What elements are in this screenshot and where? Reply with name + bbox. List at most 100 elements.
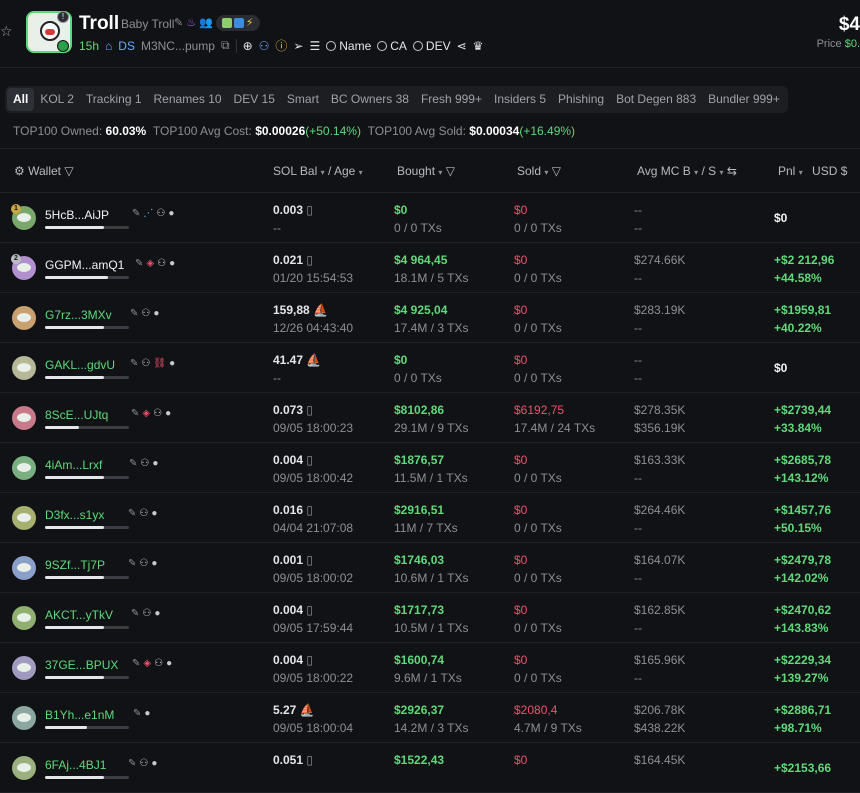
warning-icon[interactable]: ⓘ [275,37,287,54]
sold-column-header[interactable]: Sold ▾ ▽ [517,164,561,178]
edit-icon[interactable]: ✎ [132,658,140,669]
bought-amount: $2926,37 [394,703,445,717]
token-address[interactable]: M3NC...pump [141,39,215,53]
edit-icon[interactable]: ✎ [128,758,136,769]
telegram-icon[interactable]: ➢ [293,39,303,53]
user-icon[interactable]: ⚇ [259,39,270,53]
wallet-address[interactable]: B1Yh...e1nM [45,708,114,722]
tab-5[interactable]: Smart [281,88,325,111]
edit-icon[interactable]: ✎ [128,508,136,519]
wallet-address[interactable]: 5HcB...AiJP [45,208,109,222]
avg-mc-buy: $163.33K [634,453,686,467]
table-row[interactable]: GAKL...gdvU ✎ ⚇ ⛓ ● 41.47 ⛵ -- $0 0 / 0 TXs $0 0 /… [0,343,860,393]
sol-icon: ▯ [306,653,313,667]
wallet-address[interactable]: 37GE...BPUX [45,658,118,672]
tab-10[interactable]: Bot Degen 883 [610,88,702,111]
edit-icon[interactable]: ✎ [128,558,136,569]
bought-txs: 11.5M / 1 TXs [394,471,468,485]
tab-11[interactable]: Bundler 999+ [702,88,786,111]
edit-icon[interactable]: ✎ [135,258,143,269]
star-icon[interactable]: ☆ [0,24,14,38]
sol-balance: 159,88 ⛵ [273,303,328,317]
pnl-column-header[interactable]: Pnl ▾ USD $ [778,164,847,178]
table-row[interactable]: 9SZf...Tj7P ✎ ⚇ ● 0.001 ▯ 09/05 18:00:02 $1746… [0,543,860,593]
tag-blue-icon [233,18,244,28]
bought-column-header[interactable]: Bought ▾ ▽ [397,164,455,178]
avatar[interactable] [12,556,36,580]
table-row[interactable]: 37GE...BPUX ✎ ◈ ⚇ ● 0.004 ▯ 09/05 18:00:22 $160… [0,643,860,693]
search-ca-button[interactable]: CA [377,39,407,53]
sold-txs: 0 / 0 TXs [514,271,562,285]
avatar[interactable] [12,456,36,480]
table-row[interactable]: 6FAj...4BJ1 ✎ ⚇ ● 0.051 ▯ $1522,43 $0 $164.45K +… [0,743,860,793]
table-row[interactable]: AKCT...yTkV ✎ ⚇ ● 0.004 ▯ 09/05 17:59:44 $1717… [0,593,860,643]
bought-amount: $8102,86 [394,403,445,417]
table-row[interactable]: 1 5HcB...AiJP ✎ ⋰ ⚇ ● 0.003 ▯ -- $0 0 / 0 TXs $0 0 … [0,193,860,243]
table-row[interactable]: G7rz...3MXv ✎ ⚇ ● 159,88 ⛵ 12/26 04:43:40 $4 9… [0,293,860,343]
sold-amount: $2080,4 [514,703,558,717]
search-name-button[interactable]: Name [326,39,371,53]
avatar[interactable] [12,356,36,380]
avg-mc-buy: $278.35K [634,403,686,417]
tab-3[interactable]: Renames 10 [148,88,228,111]
tab-1[interactable]: KOL 2 [34,88,80,111]
people-icon: ⚇ [139,508,149,519]
search-dev-button[interactable]: DEV [412,39,451,53]
avg-mc-column-header[interactable]: Avg MC B ▾ / S ▾ ⇆ [637,164,737,178]
table-row[interactable]: 4iAm...Lrxf ✎ ⚇ ● 0.004 ▯ 09/05 18:00:42 $1876… [0,443,860,493]
sort-icon: ▾ [438,168,443,177]
avatar[interactable] [12,656,36,680]
menu-circle-icon[interactable]: ☰ [309,39,320,53]
edit-icon[interactable]: ✎ [130,308,138,319]
wallet-address[interactable]: GGPM...amQ1 [45,258,124,272]
tab-7[interactable]: Fresh 999+ [415,88,488,111]
home-icon[interactable]: ⌂ [105,39,112,53]
edit-icon[interactable]: ✎ [131,408,139,419]
wallet-tags: ✎ ◈ ⚇ ● [135,258,175,269]
tab-2[interactable]: Tracking 1 [80,88,148,111]
share-icon[interactable]: ⋖ [457,39,467,53]
people-icon: ⚇ [139,758,149,769]
wallet-address[interactable]: GAKL...gdvU [45,358,115,372]
avatar[interactable] [12,306,36,330]
tab-9[interactable]: Phishing [552,88,610,111]
edit-icon[interactable]: ✎ [130,358,138,369]
holding-bar [45,576,129,579]
table-row[interactable]: 8ScE...UJtq ✎ ◈ ⚇ ● 0.073 ▯ 09/05 18:00:23 $810… [0,393,860,443]
edit-icon[interactable]: ✎ [132,208,140,219]
table-row[interactable]: D3fx...s1yx ✎ ⚇ ● 0.016 ▯ 04/04 21:07:08 $2916… [0,493,860,543]
ds-link[interactable]: DS [118,39,135,53]
bought-amount: $1522,43 [394,753,445,767]
table-row[interactable]: B1Yh...e1nM ✎ ● 5.27 ⛵ 09/05 18:00:04 $2926,3… [0,693,860,743]
tab-0[interactable]: All [7,88,35,111]
tab-8[interactable]: Insiders 5 [488,88,552,111]
holding-bar [45,326,129,329]
edit-icon[interactable]: ✎ [133,708,141,719]
wallet-address[interactable]: 8ScE...UJtq [45,408,108,422]
wallet-column-header[interactable]: ⚙ Wallet ▽ [14,164,74,178]
avatar[interactable] [12,506,36,530]
globe-icon[interactable]: ⊕ [243,39,253,53]
edit-icon[interactable]: ✎ [131,608,139,619]
wallet-address[interactable]: D3fx...s1yx [45,508,104,522]
bought-txs: 9.6M / 1 TXs [394,671,462,685]
copy-icon[interactable]: ⧉ [221,38,230,53]
crown-icon[interactable]: ♛ [473,39,484,53]
wallet-address[interactable]: G7rz...3MXv [45,308,112,322]
avatar[interactable] [12,756,36,780]
wallet-address[interactable]: 9SZf...Tj7P [45,558,105,572]
avatar[interactable] [12,406,36,430]
flame-icon: ♨ [186,17,197,29]
sol-bal-column-header[interactable]: SOL Bal ▾ / Age ▾ [273,164,363,178]
wallet-address[interactable]: 6FAj...4BJ1 [45,758,106,772]
avatar[interactable] [12,706,36,730]
edit-icon[interactable]: ✎ [129,458,137,469]
wallet-address[interactable]: 4iAm...Lrxf [45,458,102,472]
edit-icon[interactable]: ✎ [174,17,183,29]
table-row[interactable]: 2 GGPM...amQ1 ✎ ◈ ⚇ ● 0.021 ▯ 01/20 15:54:53 $4 … [0,243,860,293]
wallet-address[interactable]: AKCT...yTkV [45,608,113,622]
sort-icon: ▾ [320,168,325,177]
tab-6[interactable]: BC Owners 38 [325,88,415,111]
tab-4[interactable]: DEV 15 [228,88,281,111]
avatar[interactable] [12,606,36,630]
